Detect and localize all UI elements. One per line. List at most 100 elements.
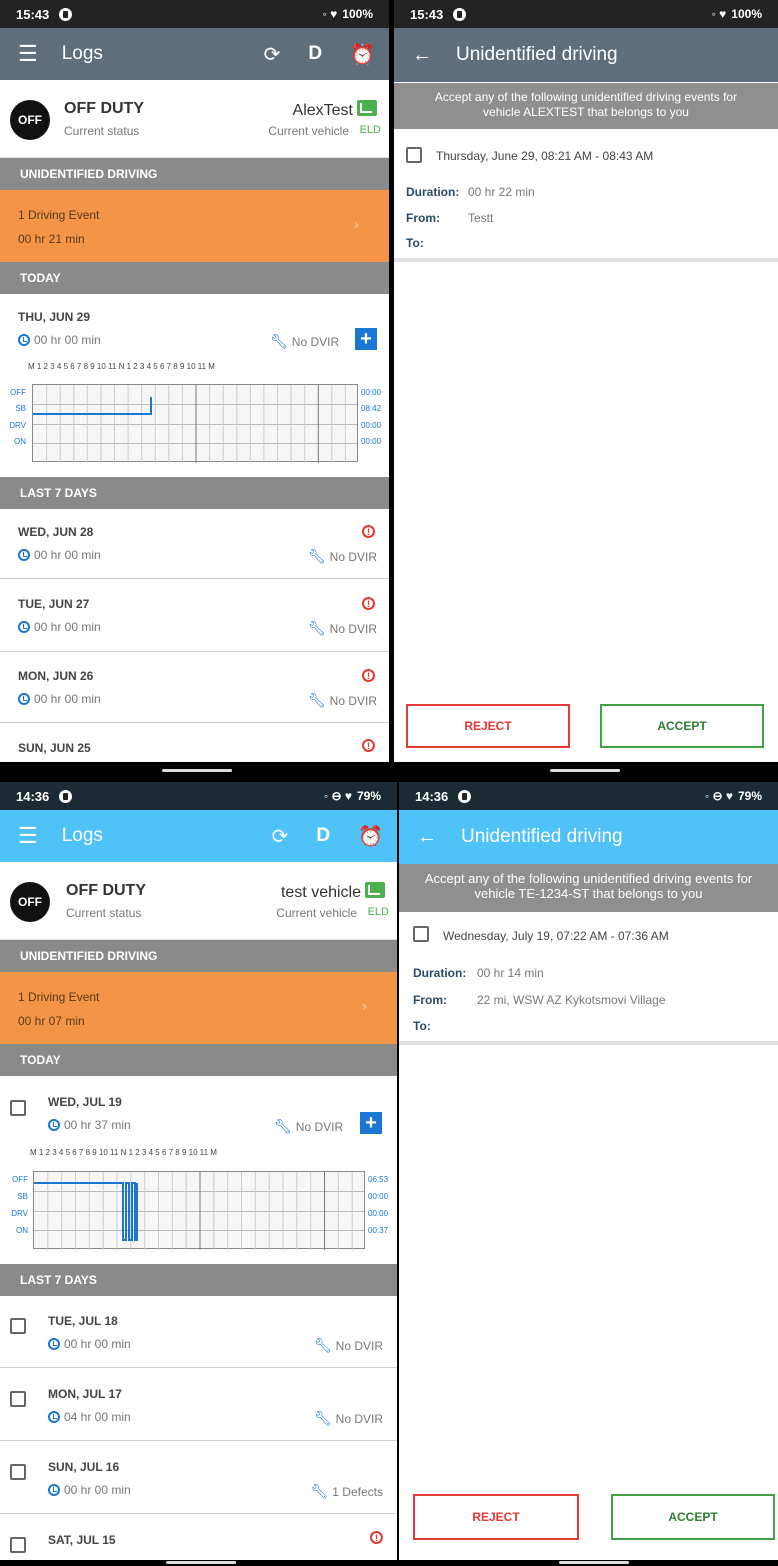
today-dvir[interactable]: 🔧︎ No DVIR (274, 1118, 343, 1135)
duty-status-label: OFF DUTY (64, 100, 144, 117)
wrench-icon: 🔧︎ (270, 333, 288, 349)
signal-icon: ◦ ♥ (711, 7, 727, 21)
section-today: TODAY (0, 1044, 397, 1076)
app-bar: ☰ Logs ⟳ D ⏰ (0, 810, 397, 862)
app-notification-icon (453, 7, 467, 21)
list-item[interactable]: MON, JUL 17 04 hr 00 min 🔧︎ No DVIR (0, 1369, 397, 1441)
day-checkbox[interactable] (10, 1537, 26, 1553)
duty-status-caption: Current status (64, 124, 140, 138)
nav-handle[interactable] (550, 769, 620, 772)
day-dvir[interactable]: 🔧︎ No DVIR (314, 1410, 383, 1427)
total-sb: 00:00 (368, 1192, 389, 1201)
hour-labels: M 1 2 3 4 5 6 7 8 9 10 11 N 1 2 3 4 5 6 … (28, 362, 215, 371)
list-item[interactable]: SAT, JUL 15 ! (0, 1515, 397, 1560)
row-label-sb: SB (15, 404, 26, 413)
battery-level: 79% (737, 789, 762, 803)
warning-icon: ! (370, 1531, 383, 1544)
duty-line (33, 397, 152, 415)
list-item[interactable]: SUN, JUL 16 00 hr 00 min 🔧︎ 1 Defects (0, 1442, 397, 1514)
eld-connected-icon (357, 100, 377, 116)
menu-icon[interactable]: ☰ (18, 41, 38, 67)
add-dvir-button[interactable]: + (360, 1112, 382, 1134)
hos-grid (32, 384, 358, 463)
hos-graph[interactable]: M 1 2 3 4 5 6 7 8 9 10 11 N 1 2 3 4 5 6 … (0, 1142, 397, 1254)
duration-value: 00 hr 22 min (468, 185, 535, 199)
unidentified-event-row[interactable]: 1 Driving Event 00 hr 07 min › (0, 972, 397, 1044)
banner-line-2: vehicle TE-1234-ST that belongs to you (474, 886, 703, 901)
status-bar: 15:43 ◦ ♥ 100% (394, 0, 778, 28)
total-on: 00:37 (368, 1226, 389, 1235)
accept-button[interactable]: ACCEPT (600, 704, 764, 748)
day-dvir[interactable]: 🔧︎ 1 Defects (311, 1483, 383, 1500)
wrench-icon: 🔧︎ (307, 620, 326, 636)
app-bar: ← Unidentified driving (394, 28, 778, 82)
list-item[interactable]: MON, JUN 26 ! 00 hr 00 min 🔧︎ No DVIR (0, 653, 389, 723)
app-notification-icon (458, 789, 472, 803)
duty-status-button[interactable]: D (308, 43, 322, 65)
event-title: Wednesday, July 19, 07:22 AM - 07:36 AM (443, 929, 669, 943)
day-date: SUN, JUL 16 (48, 1460, 120, 1474)
day-date: MON, JUL 17 (48, 1387, 122, 1401)
day-checkbox[interactable] (10, 1318, 26, 1334)
duty-status-badge: OFF (10, 100, 50, 140)
current-status-row[interactable]: OFF OFF DUTY Current status AlexTest Cur… (0, 80, 389, 158)
day-checkbox[interactable] (10, 1464, 26, 1480)
app-notification-icon (59, 789, 73, 803)
day-duration: 04 hr 00 min (48, 1410, 131, 1424)
row-label-on: ON (14, 437, 26, 446)
day-checkbox[interactable] (10, 1391, 26, 1407)
row-label-drv: DRV (9, 421, 26, 430)
alarm-icon[interactable]: ⏰ (358, 824, 383, 849)
alarm-icon[interactable]: ⏰ (350, 42, 375, 67)
unidentified-event-row[interactable]: 1 Driving Event 00 hr 21 min › (0, 190, 389, 262)
event-checkbox[interactable] (413, 926, 429, 942)
sync-icon[interactable]: ⟳ (272, 824, 289, 849)
clock-icon (48, 1411, 60, 1423)
row-label-off: OFF (12, 1175, 28, 1184)
reject-button[interactable]: REJECT (413, 1494, 579, 1540)
day-duration: 00 hr 00 min (18, 620, 101, 634)
wrench-icon: 🔧︎ (274, 1118, 292, 1134)
list-item[interactable]: TUE, JUN 27 ! 00 hr 00 min 🔧︎ No DVIR (0, 580, 389, 652)
section-unidentified-driving: UNIDENTIFIED DRIVING (0, 158, 389, 190)
total-off: 06:53 (368, 1175, 389, 1184)
day-date: MON, JUN 26 (18, 669, 94, 683)
list-item[interactable]: WED, JUN 28 ! 00 hr 00 min 🔧︎ No DVIR (0, 509, 389, 579)
accept-button[interactable]: ACCEPT (611, 1494, 775, 1540)
reject-button[interactable]: REJECT (406, 704, 570, 748)
bottom-right-screen: 14:36 ◦ ⊖ ♥ 79% ← Unidentified driving Ac… (399, 782, 778, 1560)
clock-icon (18, 334, 30, 346)
sync-icon[interactable]: ⟳ (264, 42, 281, 67)
event-checkbox[interactable] (406, 147, 422, 163)
day-checkbox[interactable] (10, 1100, 26, 1116)
day-dvir[interactable]: 🔧︎ No DVIR (308, 548, 377, 565)
clock-icon (18, 549, 30, 561)
nav-handle[interactable] (559, 1561, 629, 1564)
from-value: 22 mi, WSW AZ Kykotsmovi Village (477, 993, 666, 1007)
add-dvir-button[interactable]: + (355, 328, 377, 350)
event-count: 1 Driving Event (18, 208, 100, 222)
battery-level: 79% (356, 789, 381, 803)
nav-handle[interactable] (162, 769, 232, 772)
back-arrow-icon[interactable]: ← (412, 44, 432, 67)
wrench-icon: 🔧︎ (313, 1337, 332, 1353)
from-label: From: (406, 211, 440, 225)
from-value: Testt (468, 211, 494, 225)
battery-level: 100% (731, 7, 762, 21)
hos-graph[interactable]: M 1 2 3 4 5 6 7 8 9 10 11 N 1 2 3 4 5 6 … (0, 358, 389, 468)
list-item[interactable]: TUE, JUL 18 00 hr 00 min 🔧︎ No DVIR (0, 1296, 397, 1368)
duty-status-button[interactable]: D (316, 825, 330, 847)
day-dvir[interactable]: 🔧︎ No DVIR (308, 692, 377, 709)
app-bar: ← Unidentified driving (399, 810, 778, 864)
duration-value: 00 hr 14 min (477, 966, 544, 980)
day-dvir[interactable]: 🔧︎ No DVIR (308, 620, 377, 637)
current-status-row[interactable]: OFF OFF DUTY Current status test vehicle… (0, 862, 397, 940)
day-dvir[interactable]: 🔧︎ No DVIR (314, 1337, 383, 1354)
today-dvir[interactable]: 🔧︎ No DVIR (270, 333, 339, 350)
menu-icon[interactable]: ☰ (18, 823, 38, 849)
duration-label: Duration: (406, 185, 460, 199)
banner-line-1: Accept any of the following unidentified… (424, 871, 753, 886)
back-arrow-icon[interactable]: ← (417, 826, 437, 849)
nav-handle[interactable] (166, 1561, 236, 1564)
row-label-sb: SB (17, 1192, 28, 1201)
